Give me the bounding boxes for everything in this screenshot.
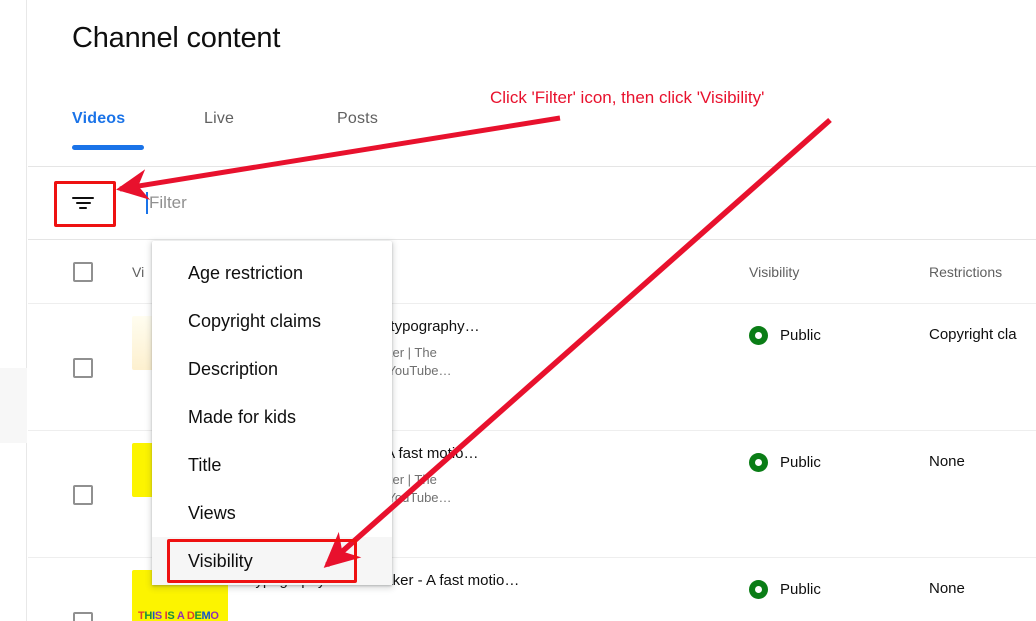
filter-bar: Filter	[28, 167, 1036, 239]
filter-icon-line-3	[79, 206, 87, 210]
menu-item-copyright-claims[interactable]: Copyright claims	[152, 297, 392, 345]
thumbnail-demo-label: THIS IS A DEMO	[138, 610, 219, 621]
restrictions-value: None	[929, 580, 965, 597]
tab-active-underline	[72, 145, 144, 150]
row-checkbox[interactable]	[73, 357, 93, 378]
visibility-cell: Public	[749, 580, 821, 599]
filter-dropdown-menu: Age restriction Copyright claims Descrip…	[152, 241, 392, 585]
row-checkbox[interactable]	[73, 611, 93, 621]
visibility-cell: Public	[749, 326, 821, 345]
tab-posts-label: Posts	[337, 110, 379, 127]
visibility-cell: Public	[749, 453, 821, 472]
text-caret	[146, 192, 148, 214]
eye-public-icon	[749, 326, 768, 345]
select-all-checkbox[interactable]	[73, 262, 93, 282]
restrictions-value: Copyright cla	[929, 326, 1017, 343]
visibility-value: Public	[780, 581, 821, 598]
menu-item-description[interactable]: Description	[152, 345, 392, 393]
tab-posts[interactable]: Posts	[337, 108, 457, 156]
menu-item-title[interactable]: Title	[152, 441, 392, 489]
tab-videos-label: Videos	[72, 110, 126, 127]
checkbox-box	[73, 262, 93, 282]
checkbox-box	[73, 611, 93, 621]
visibility-value: Public	[780, 454, 821, 471]
filter-icon-line-1	[72, 196, 94, 200]
youtube-studio-channel-content-page: Channel content Videos Live Posts Filter…	[0, 0, 1036, 621]
filter-icon-line-2	[75, 201, 91, 205]
row-checkbox[interactable]	[73, 484, 93, 505]
visibility-value: Public	[780, 327, 821, 344]
tab-live[interactable]: Live	[204, 108, 337, 156]
menu-item-views[interactable]: Views	[152, 489, 392, 537]
filter-icon[interactable]	[61, 181, 105, 225]
menu-item-made-for-kids[interactable]: Made for kids	[152, 393, 392, 441]
tab-videos[interactable]: Videos	[72, 108, 204, 156]
menu-item-age-restriction[interactable]: Age restriction	[152, 249, 392, 297]
eye-public-icon	[749, 453, 768, 472]
tab-live-label: Live	[204, 110, 235, 127]
checkbox-box	[73, 484, 93, 505]
column-header-visibility: Visibility	[749, 264, 800, 280]
menu-item-visibility[interactable]: Visibility	[152, 537, 392, 585]
sidebar-rail	[0, 0, 27, 621]
filter-input[interactable]: Filter	[146, 181, 646, 225]
filter-placeholder: Filter	[149, 193, 187, 212]
content-tabs: Videos Live Posts	[72, 108, 457, 166]
eye-public-icon	[749, 580, 768, 599]
restrictions-value: None	[929, 453, 965, 470]
page-title: Channel content	[72, 22, 281, 54]
checkbox-box	[73, 357, 93, 378]
column-header-video: Vi	[132, 264, 145, 280]
column-header-restrictions: Restrictions	[929, 264, 1003, 280]
sidebar-active-strip	[0, 368, 27, 443]
